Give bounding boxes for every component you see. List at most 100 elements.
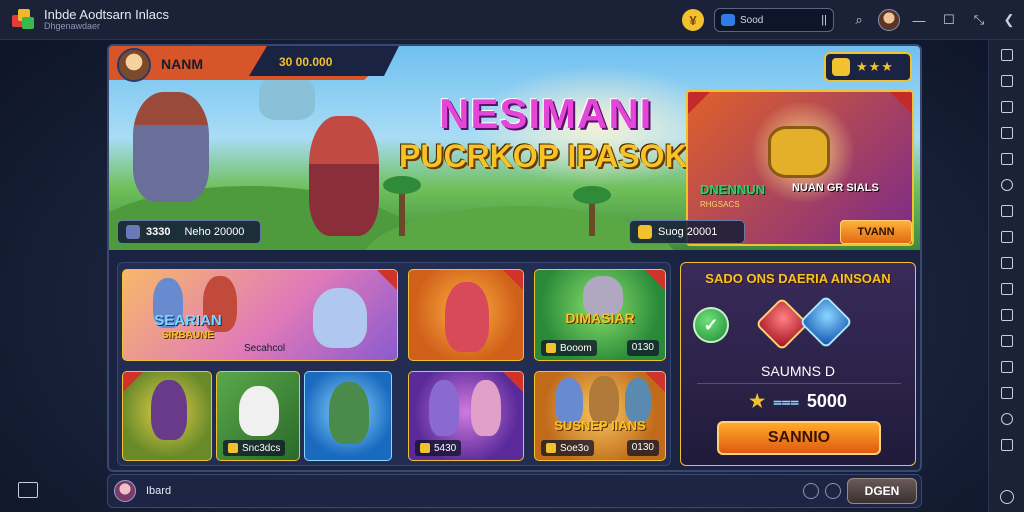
coin-icon[interactable]: ¥ bbox=[682, 9, 704, 31]
open-button[interactable]: DGEN bbox=[847, 478, 917, 504]
card-label-text: Soe3o bbox=[560, 442, 589, 454]
back-icon[interactable]: ❮ bbox=[994, 0, 1024, 40]
game-window: NANM 30 00.000 ★★★ NESIMANI PUCRKOP IPAS… bbox=[107, 44, 922, 472]
title-bar: Inbde Aodtsarn Inlacs Dhgenawdaer ¥ Sood… bbox=[0, 0, 1024, 40]
flying-character bbox=[259, 74, 315, 120]
card-label: 5430 bbox=[415, 440, 462, 456]
expand-icon[interactable] bbox=[996, 122, 1018, 144]
friend-avatar[interactable] bbox=[114, 480, 136, 502]
shake-icon[interactable] bbox=[996, 330, 1018, 352]
offer-panel: SADO ONS DAERIA AINSOAN ✓ SAUMNS D ★ ⩶ 5… bbox=[680, 262, 916, 466]
palm-tree bbox=[383, 176, 421, 236]
dragon-character bbox=[309, 116, 379, 236]
ribbon-icon bbox=[688, 92, 710, 114]
offer-name: SAUMNS D bbox=[761, 363, 835, 379]
rating-badge[interactable]: ★★★ bbox=[824, 52, 912, 82]
card-title: SUSNEP IIANS bbox=[554, 418, 646, 433]
offer-price: ★ ⩶ 5000 bbox=[681, 391, 915, 412]
card-label: Secahcol bbox=[244, 342, 286, 354]
card-title: SEARIAN bbox=[154, 312, 222, 329]
game-card[interactable]: DIMASIAR Booom 0130 bbox=[534, 269, 666, 361]
left-stat-value: 3330 bbox=[146, 226, 171, 238]
promo-title: DNENNUN bbox=[700, 182, 765, 197]
left-stat-label: Neho 20000 bbox=[184, 226, 245, 238]
folder-icon[interactable] bbox=[18, 482, 38, 498]
bracket-icon[interactable] bbox=[996, 44, 1018, 66]
banner-cta-button[interactable]: TVANN bbox=[840, 220, 912, 244]
currency-icon: ⩶ bbox=[773, 393, 799, 410]
friend-name: Ibard bbox=[146, 485, 172, 497]
ribbon-icon bbox=[503, 270, 523, 290]
palm-tree bbox=[573, 186, 611, 236]
game-card[interactable]: Snc3dcs bbox=[216, 371, 300, 461]
right-stat-pill[interactable]: Suog 20001 bbox=[629, 220, 745, 244]
store-tag-icon bbox=[721, 14, 735, 26]
maximize-icon[interactable]: ☐ bbox=[934, 0, 964, 40]
title-bar-controls: ¥ Sood || ⌕ — ☐ ⤡ ❮ bbox=[682, 0, 1024, 40]
game-card[interactable] bbox=[408, 269, 524, 361]
search-cursor: || bbox=[821, 14, 827, 26]
more-icon[interactable] bbox=[996, 434, 1018, 456]
ribbon-icon bbox=[377, 270, 397, 290]
game-card[interactable]: 5430 bbox=[408, 371, 524, 461]
card-label: Booom bbox=[541, 340, 597, 356]
divider bbox=[697, 383, 901, 384]
app-title: Inbde Aodtsarn Inlacs Dhgenawdaer bbox=[44, 8, 169, 31]
mage-figure bbox=[151, 380, 187, 440]
card-value: 0130 bbox=[626, 440, 659, 456]
resize-icon[interactable]: ⤡ bbox=[964, 0, 994, 40]
keyboard-icon[interactable] bbox=[996, 148, 1018, 170]
profile-avatar[interactable] bbox=[874, 0, 904, 40]
magnifier-icon[interactable]: ⌕ bbox=[844, 0, 874, 40]
game-card[interactable]: SEARIAN SIRBAUNE Secahcol bbox=[122, 269, 398, 361]
left-stat-pill[interactable]: 3330 Neho 20000 bbox=[117, 220, 261, 244]
share-icon[interactable] bbox=[825, 483, 841, 499]
gold-icon bbox=[228, 443, 238, 453]
app-subtitle-text: Dhgenawdaer bbox=[44, 20, 101, 31]
bottom-bar: Ibard DGEN bbox=[107, 474, 922, 508]
ribbon-icon bbox=[890, 92, 912, 114]
sync-icon[interactable] bbox=[996, 356, 1018, 378]
promo-subtitle: NUAN GR SIALS bbox=[792, 182, 879, 194]
screen-icon[interactable] bbox=[996, 70, 1018, 92]
rotate-icon[interactable] bbox=[996, 200, 1018, 222]
check-icon[interactable]: ✓ bbox=[693, 307, 729, 343]
gamepad-icon[interactable] bbox=[996, 174, 1018, 196]
apk-icon[interactable] bbox=[996, 278, 1018, 300]
gem-icon bbox=[420, 443, 430, 453]
card-value: 0130 bbox=[626, 340, 659, 356]
offer-title: SADO ONS DAERIA AINSOAN bbox=[705, 271, 891, 286]
game-card[interactable]: SUSNEP IIANS Soe3o 0130 bbox=[534, 371, 666, 461]
search-input[interactable]: Sood || bbox=[714, 8, 834, 32]
game-card[interactable] bbox=[122, 371, 212, 461]
hero-banner[interactable]: NANM 30 00.000 ★★★ NESIMANI PUCRKOP IPAS… bbox=[109, 46, 920, 250]
home-icon[interactable] bbox=[1000, 490, 1014, 504]
star-icon: ★ bbox=[749, 391, 766, 411]
creature-figure bbox=[239, 386, 279, 436]
bottom-icons bbox=[797, 483, 841, 499]
card-title: DIMASIAR bbox=[565, 310, 635, 326]
search-value: Sood bbox=[740, 14, 764, 26]
record-icon[interactable] bbox=[996, 252, 1018, 274]
ribbon-icon bbox=[123, 372, 143, 392]
tool-sidebar bbox=[988, 40, 1024, 512]
camera-icon[interactable] bbox=[996, 226, 1018, 248]
card-label-text: Snc3dcs bbox=[242, 442, 281, 454]
right-stat-label: Suog 20001 bbox=[658, 226, 718, 238]
gold-icon bbox=[638, 225, 652, 239]
player-avatar[interactable] bbox=[117, 48, 151, 82]
hero-figure bbox=[445, 282, 489, 352]
settings-icon[interactable] bbox=[803, 483, 819, 499]
coin-icon bbox=[546, 443, 556, 453]
location-icon[interactable] bbox=[996, 408, 1018, 430]
minimize-icon[interactable]: — bbox=[904, 0, 934, 40]
folder-icon[interactable] bbox=[996, 304, 1018, 326]
macro-icon[interactable] bbox=[996, 382, 1018, 404]
game-card[interactable] bbox=[304, 371, 392, 461]
card-label: Soe3o bbox=[541, 440, 594, 456]
window-icon[interactable] bbox=[996, 96, 1018, 118]
player-score: 30 00.000 bbox=[279, 55, 333, 69]
app-title-text: Inbde Aodtsarn Inlacs bbox=[44, 6, 170, 22]
hero-figure bbox=[625, 378, 651, 422]
offer-buy-button[interactable]: SANNIO bbox=[717, 421, 881, 455]
